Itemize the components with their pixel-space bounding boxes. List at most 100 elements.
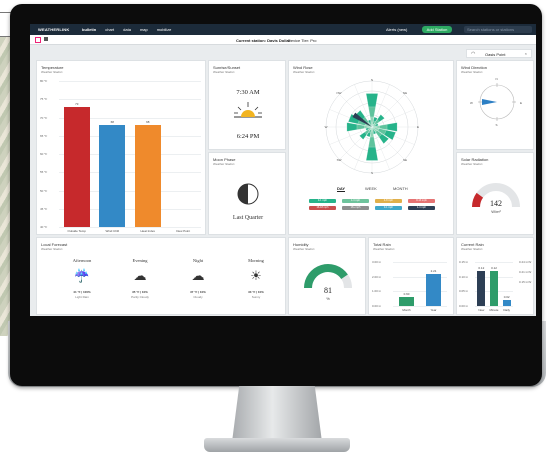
wind-direction-card: Wind Direction Weather Station N E S W [456, 60, 534, 150]
forecast-card: Local Forecast Weather Station Afternoon… [36, 237, 286, 315]
forecast-day-name: Night [192, 258, 204, 263]
card-subtitle: Weather Station [461, 70, 483, 74]
rate-label: 0.24 in/hr [519, 260, 532, 264]
y-tick-label: 0.00 in [372, 304, 382, 308]
cloud-icon: ☁ [133, 268, 147, 283]
wind-rose-chart: N NE E SE S SW W NW [325, 78, 419, 175]
humidity-unit: % [326, 296, 330, 301]
bar [490, 270, 498, 306]
rain-icon: ☔ [73, 268, 91, 283]
rose-direction-label: W [325, 125, 328, 129]
forecast-condition: Light Rain [75, 295, 89, 299]
y-tick-label: 1.00 in [372, 289, 382, 294]
station-chip-label: Oasis Point [485, 52, 506, 57]
bar-value-label: 68 [146, 119, 150, 124]
nav-item-bulletin[interactable]: bulletin [82, 27, 96, 32]
rose-direction-label: N [371, 78, 373, 82]
bar [502, 300, 511, 306]
nav-item-mobilize[interactable]: mobilize [157, 27, 172, 32]
bar [134, 124, 161, 227]
bar [398, 297, 415, 306]
moon-phase-label: Last Quarter [232, 215, 264, 221]
sunset-time: 6:24 PM [236, 133, 260, 140]
compass-s: S [495, 123, 498, 127]
nav-item-map[interactable]: map [140, 27, 148, 32]
top-nav: WEATHERLINK bulletin chart data map mobilize… [30, 24, 536, 35]
current-rain-card: Current Rain Weather Station 0.00 in 0.05… [456, 237, 534, 315]
station-chip[interactable]: ◠ Oasis Point × [466, 49, 532, 58]
x-tick-label: Wind Chill [105, 229, 119, 233]
humidity-card: Humidity Weather Station 81 % [288, 237, 366, 315]
rose-direction-label: S [371, 171, 373, 175]
grid-icon[interactable] [35, 37, 41, 43]
card-subtitle: Weather Station [213, 162, 235, 166]
forecast-condition: Sunny [251, 295, 261, 299]
x-tick-label: Year [430, 308, 437, 312]
dashboard-screen: WEATHERLINK bulletin chart data map mobilize… [30, 24, 536, 316]
nav-item-data[interactable]: data [123, 27, 131, 32]
y-tick-label: 0.15 in [459, 260, 469, 264]
card-subtitle: Weather Station [293, 247, 315, 251]
list-icon[interactable] [44, 37, 48, 41]
close-icon[interactable]: × [525, 51, 527, 56]
moon-card: Moon Phase Weather Station Last Quarter [208, 152, 286, 235]
add-station-button[interactable]: Add Station [422, 26, 452, 33]
search-input[interactable]: Search stations or stations [464, 26, 532, 33]
sunrise-card: Sunrise/Sunset Weather Station 7:30 AM 6… [208, 60, 286, 150]
gridline [59, 81, 201, 82]
forecast-temp: 37 °F | 10% [190, 290, 206, 294]
sunrise-time: 7:30 AM [236, 89, 260, 96]
x-tick-label: Month [402, 308, 411, 312]
tab-day[interactable]: DAY [337, 186, 346, 192]
forecast-temp: 35 °F | 10% [132, 290, 148, 294]
bar [477, 270, 486, 306]
legend-chip: 1-4 mph [342, 199, 369, 203]
y-tick-label: 55 °F [40, 170, 48, 175]
card-subtitle: Weather Station [293, 70, 315, 74]
nav-menu: bulletin chart data map mobilize [82, 27, 180, 32]
y-tick-label: 2.00 in [372, 274, 382, 279]
compass-e: E [520, 100, 523, 105]
station-bar: Current station: Davis Dollar Device Tie… [30, 35, 536, 45]
alerts-link[interactable]: Alerts (new) [386, 27, 407, 32]
forecast-condition: Partly Cloudy [131, 295, 149, 299]
station-name[interactable]: Current station: Davis Dollar [236, 38, 290, 43]
forecast-temp: 41 °F | 100% [73, 290, 91, 294]
forecast-day-name: Evening [132, 258, 148, 263]
card-subtitle: Weather Station [213, 70, 235, 74]
tab-week[interactable]: WEEK [365, 186, 377, 191]
y-tick-label: 3.00 in [372, 260, 382, 264]
forecast-day-name: Afternoon [72, 258, 92, 263]
x-tick-label: Dew Point [176, 229, 191, 233]
y-tick-label: 80 °F [40, 79, 48, 83]
bar-value-label: 73 [75, 101, 79, 106]
y-tick-label: 65 °F [40, 133, 48, 138]
legend-chip: 18+ mph [342, 206, 369, 210]
card-subtitle: Weather Station [41, 247, 63, 251]
rose-direction-label: E [417, 125, 419, 129]
gauge-fill [304, 264, 348, 289]
card-subtitle: Weather Station [373, 247, 395, 251]
x-tick-label: Outside Temp [67, 229, 86, 233]
nav-item-chart[interactable]: chart [105, 27, 114, 32]
solar-unit: W/m² [491, 209, 501, 214]
forecast-condition: Cloudy [193, 295, 203, 299]
y-tick-label: 0.10 in [459, 274, 469, 279]
forecast-day-name: Morning [248, 258, 264, 263]
compass-n: N [495, 77, 498, 81]
tab-month[interactable]: MONTH [393, 186, 408, 191]
y-tick-label: 75 °F [40, 97, 48, 102]
x-tick-label: Heat Index [140, 229, 155, 233]
bar-value-label: 0.12 [491, 265, 497, 270]
rose-direction-label: SW [337, 158, 342, 162]
moon-phase-icon [237, 183, 259, 205]
rate-label: 0.15 in/hr [519, 280, 532, 284]
gridline [393, 306, 447, 307]
sun-icon: ☀ [250, 268, 262, 283]
bar [63, 106, 90, 227]
cloud-icon: ☁ [191, 268, 205, 283]
device-tier[interactable]: Device Tier: Pro [288, 38, 316, 43]
y-tick-label: 0.05 in [459, 289, 469, 294]
gridline [475, 306, 513, 307]
card-subtitle: Weather Station [461, 162, 483, 166]
